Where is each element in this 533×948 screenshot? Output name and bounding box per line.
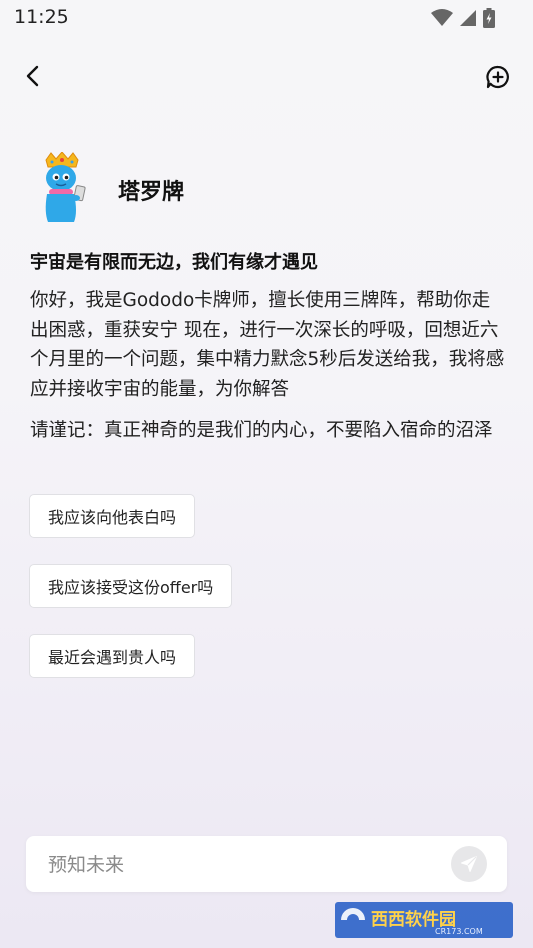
message-input[interactable] (46, 848, 450, 882)
bot-avatar (45, 152, 86, 222)
battery-icon (483, 8, 495, 28)
new-chat-icon (486, 65, 509, 89)
message-intro: 你好，我是Gododo卡牌师，擅长使用三牌阵，帮助你走出困惑，重获安宁 现在，进… (30, 290, 505, 400)
watermark-domain: CR173.COM (435, 927, 483, 936)
suggestion-chip[interactable]: 最近会遇到贵人吗 (29, 634, 196, 678)
signal-icon (460, 10, 476, 26)
new-chat-button[interactable] (485, 64, 511, 90)
suggestion-chip[interactable]: 我应该接受这份offer吗 (29, 564, 233, 608)
message-headline: 宇宙是有限而无边，我们有缘才遇见 (30, 252, 318, 273)
message-reminder: 请谨记：真正神奇的是我们的内心，不要陷入宿命的沼泽 (30, 420, 493, 441)
bot-name: 塔罗牌 (118, 180, 185, 205)
status-bar: 11:25 (0, 0, 533, 36)
status-icons (431, 8, 495, 28)
send-icon (461, 856, 477, 872)
message-composer (26, 836, 507, 892)
back-arrow-icon (26, 65, 39, 87)
watermark-logo: 西西软件园 CR173.COM (335, 902, 513, 938)
status-time: 11:25 (14, 6, 69, 28)
send-button[interactable] (451, 846, 487, 882)
suggestion-chip[interactable]: 我应该向他表白吗 (29, 494, 196, 538)
wifi-icon (431, 9, 453, 26)
back-button[interactable] (18, 62, 46, 90)
